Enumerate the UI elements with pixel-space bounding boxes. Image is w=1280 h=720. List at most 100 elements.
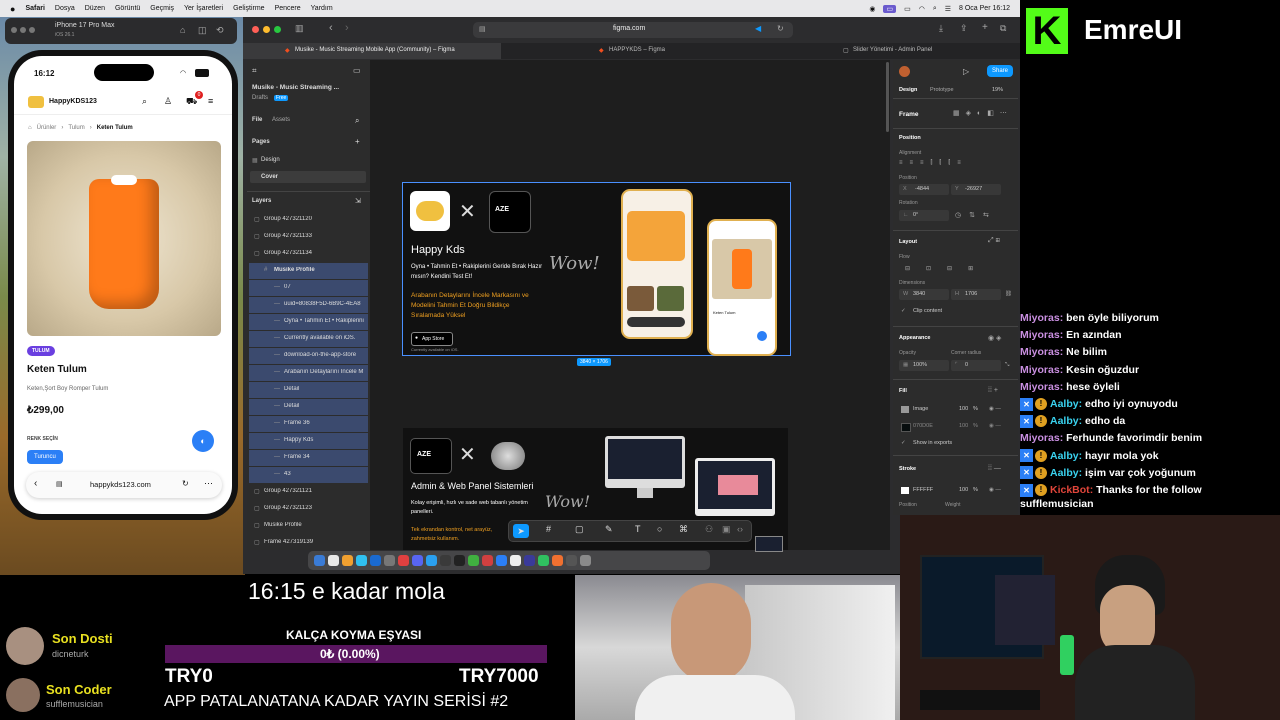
tab-assets[interactable]: Assets: [272, 117, 290, 123]
layer-row[interactable]: — Detail: [249, 382, 368, 398]
dock-app-icon[interactable]: [426, 555, 437, 566]
dock-app-icon[interactable]: [328, 555, 339, 566]
fill-visibility-icon[interactable]: ◉ —: [989, 423, 1001, 429]
panel-toggle-icon[interactable]: ▭: [353, 66, 361, 75]
move-tool-icon[interactable]: ➤: [513, 524, 529, 538]
brand-logo-icon[interactable]: [28, 96, 44, 108]
theme-toggle-button[interactable]: ◐: [192, 430, 214, 452]
chat-username[interactable]: Miyoras: [1020, 432, 1060, 444]
code-icon[interactable]: ‹›: [737, 524, 743, 534]
window-zoom-icon[interactable]: [274, 26, 281, 33]
vertical-scrollbar[interactable]: [886, 62, 889, 132]
dock-app-icon[interactable]: [356, 555, 367, 566]
layer-row[interactable]: ▢ Musike Profile: [249, 518, 368, 534]
zoom-level[interactable]: 19%: [992, 87, 1003, 93]
layout-icons[interactable]: ⤢ ⊞: [988, 237, 1000, 245]
checkbox-icon[interactable]: ✓: [901, 440, 906, 446]
play-icon[interactable]: ▷: [963, 67, 969, 76]
color-option-button[interactable]: Turuncu: [27, 450, 63, 464]
file-name[interactable]: Musike - Music Streaming ...: [252, 84, 339, 91]
menu-view[interactable]: Görüntü: [115, 5, 140, 12]
menu-history[interactable]: Geçmiş: [150, 5, 174, 12]
fill-color-pct[interactable]: 100: [959, 423, 968, 429]
rotation-field[interactable]: ∟ 0°: [899, 210, 949, 221]
screenshot-icon[interactable]: ◫: [198, 25, 207, 36]
safari-address-bar[interactable]: ‹ ▤ happykds123.com ↻ ⋯: [26, 472, 222, 498]
fill-image-pct[interactable]: 100: [959, 406, 968, 412]
dock-app-icon[interactable]: [468, 555, 479, 566]
url-text[interactable]: figma.com: [613, 25, 645, 32]
breadcrumb-item[interactable]: Tulum: [68, 125, 84, 131]
dock-app-icon[interactable]: [580, 555, 591, 566]
dock-app-icon[interactable]: [496, 555, 507, 566]
page-cover-row[interactable]: Cover: [250, 171, 366, 183]
control-center-icon[interactable]: ☰: [945, 5, 951, 13]
add-page-icon[interactable]: +: [355, 137, 360, 146]
menubar-datetime[interactable]: 8 Oca Per 16:12: [959, 5, 1010, 12]
stroke-hex[interactable]: FFFFFF: [913, 487, 933, 493]
search-icon[interactable]: ⌕: [355, 116, 359, 126]
address-bar[interactable]: ▤ figma.com ◀ ↻: [473, 22, 793, 38]
record-icon[interactable]: ◉: [869, 5, 875, 13]
window-close-icon[interactable]: [252, 26, 259, 33]
more-icon[interactable]: ⋯: [204, 478, 213, 489]
avatar[interactable]: [899, 66, 910, 77]
menu-develop[interactable]: Geliştirme: [233, 5, 265, 12]
design-frame-happykds[interactable]: ✕ AZE Happy Kds Oyna • Tahmin Et • Rakip…: [402, 182, 791, 366]
fill-visibility-icon[interactable]: ◉ —: [989, 406, 1001, 412]
phone-url[interactable]: happykds123.com: [90, 480, 151, 489]
layer-row[interactable]: — Frame 36: [249, 416, 368, 432]
menu-window[interactable]: Pencere: [275, 5, 301, 12]
frame-label[interactable]: Frame: [899, 111, 919, 118]
chat-username[interactable]: Miyoras: [1020, 381, 1060, 393]
dock-app-icon[interactable]: [566, 555, 577, 566]
tab-design[interactable]: Design: [899, 87, 917, 93]
chat-username[interactable]: Aalby: [1050, 450, 1079, 462]
menu-icon[interactable]: ≡: [208, 96, 213, 106]
actions-icon[interactable]: ⌘: [679, 524, 688, 535]
dock-app-icon[interactable]: [524, 555, 535, 566]
back-icon[interactable]: ‹: [34, 478, 37, 489]
back-icon[interactable]: ‹: [329, 22, 333, 34]
tab[interactable]: ▢ Slider Yönetimi - Admin Panel: [759, 43, 1020, 59]
layer-row[interactable]: — 43: [249, 467, 368, 483]
dock-app-icon[interactable]: [552, 555, 563, 566]
tab-overview-icon[interactable]: ⧉: [1000, 23, 1006, 34]
wifi-icon[interactable]: ◠: [919, 5, 925, 13]
comment-tool-icon[interactable]: ○: [657, 524, 662, 534]
fill-swatch-image[interactable]: [901, 406, 909, 413]
screen-icon[interactable]: ▭: [883, 4, 897, 13]
dock-app-icon[interactable]: [440, 555, 451, 566]
chat-username[interactable]: Miyoras: [1020, 364, 1060, 376]
text-tool-icon[interactable]: T: [635, 524, 641, 534]
tabs-icon[interactable]: ▤: [56, 480, 63, 488]
x-field[interactable]: X -4844: [899, 184, 949, 195]
flip-icons[interactable]: ◷⇅⇆: [955, 211, 997, 219]
flow-icons[interactable]: ⊟⊡⊟⊞: [905, 265, 989, 272]
pen-tool-icon[interactable]: ✎: [605, 524, 613, 535]
reload-icon[interactable]: ↻: [182, 479, 189, 488]
layer-row[interactable]: ▢ Group 427321134: [249, 246, 368, 262]
clip-content-label[interactable]: Clip content: [913, 308, 942, 314]
chat-username[interactable]: KickBot: [1050, 484, 1090, 496]
reload-icon[interactable]: ↻: [777, 24, 784, 33]
layer-row[interactable]: — Detail: [249, 399, 368, 415]
download-icon[interactable]: ⤓: [939, 23, 943, 34]
stroke-actions-icon[interactable]: ⁞⁞ —: [988, 465, 1001, 472]
radius-field[interactable]: ⌜ 0: [951, 360, 1001, 371]
chat-username[interactable]: Miyoras: [1020, 346, 1060, 358]
y-field[interactable]: Y -26927: [951, 184, 1001, 195]
tab-file[interactable]: File: [252, 117, 262, 123]
layer-row[interactable]: — download-on-the-app-store: [249, 348, 368, 364]
constrain-icon[interactable]: ⛓: [1005, 291, 1012, 297]
drafts-label[interactable]: Drafts: [252, 95, 268, 101]
tab-prototype[interactable]: Prototype: [930, 87, 954, 93]
layer-row[interactable]: — uuid=80838F5D-6B9C-4EA8: [249, 297, 368, 313]
menu-edit[interactable]: Düzen: [85, 5, 105, 12]
dev-mode-icon[interactable]: ⚇: [705, 524, 713, 535]
stroke-swatch[interactable]: [901, 487, 909, 494]
layer-row[interactable]: ▢ Group 427321121: [249, 484, 368, 500]
user-icon[interactable]: ♙: [164, 96, 172, 107]
share-button[interactable]: Share: [987, 65, 1014, 77]
layer-row[interactable]: ▢ Group 427321123: [249, 501, 368, 517]
